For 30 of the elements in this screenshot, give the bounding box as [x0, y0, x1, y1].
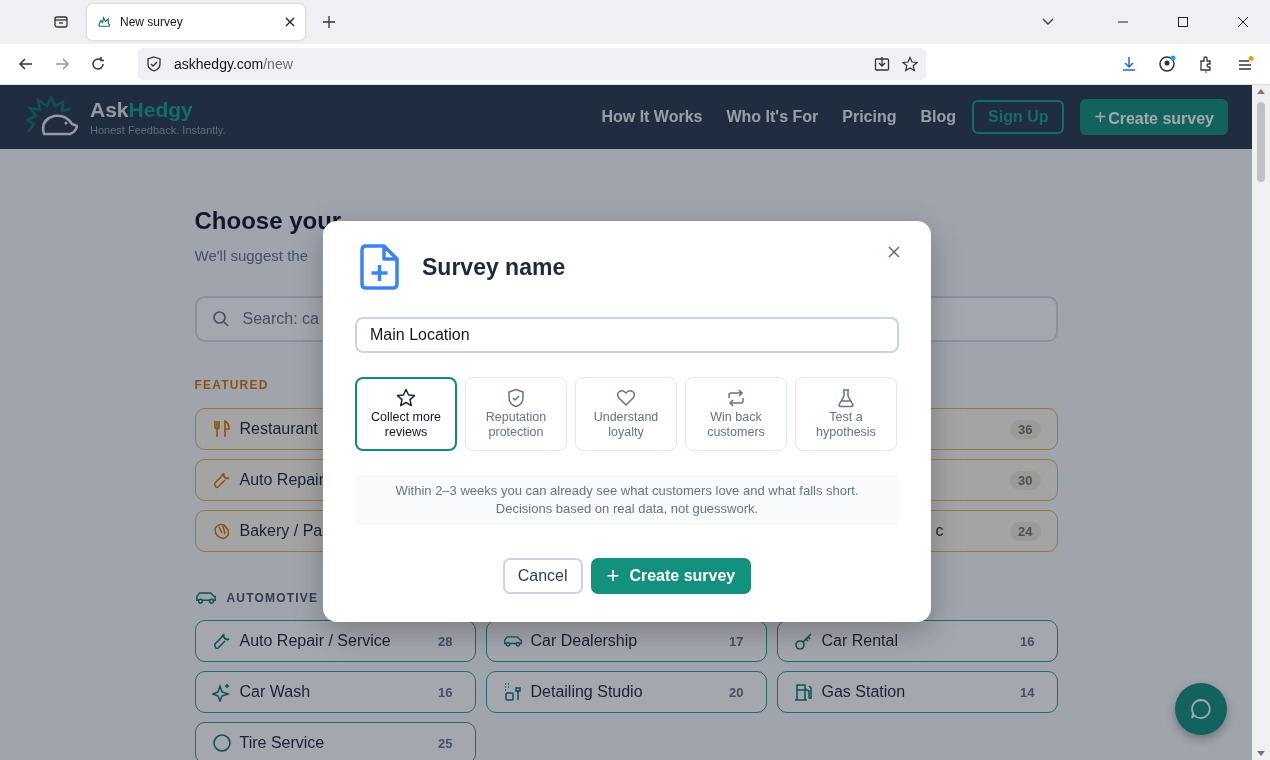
brand-tagline: Honest Feedback. Instantly.	[90, 123, 226, 136]
url-host: askhedgy.com	[174, 56, 264, 72]
tab-title: New survey	[120, 15, 184, 29]
section-label: FEATURED	[194, 378, 270, 392]
dialog-title: Survey name	[422, 253, 566, 281]
niche-name: Car Rental	[821, 632, 898, 650]
niche-count: 16	[438, 684, 453, 700]
niche-count: 30	[1010, 470, 1041, 490]
niche-name: c	[935, 522, 944, 540]
niche-name: Detailing Studio	[530, 683, 643, 701]
niche-count: 36	[1010, 419, 1041, 439]
url-path: /new	[263, 56, 293, 72]
niche-count: 25	[438, 735, 453, 751]
niche-count: 16	[1020, 633, 1035, 649]
niche-name: Restaurant	[239, 420, 318, 438]
section-label: AUTOMOTIVE	[226, 590, 319, 605]
niche-count: 28	[438, 633, 453, 649]
niche-count: 24	[1010, 521, 1041, 541]
niche-count: 17	[729, 633, 744, 649]
niche-name: Car Wash	[239, 683, 311, 701]
info-note: Within 2–3 weeks you can already see what customers love and what falls short. Decisions based on real data, not guesswork.	[355, 475, 899, 525]
niche-name: Tire Service	[239, 734, 325, 752]
page-subtitle: We'll suggest the	[194, 247, 308, 264]
niche-name: Gas Station	[821, 683, 906, 701]
niche-count: 20	[729, 684, 744, 700]
niche-name: Auto Repair	[239, 471, 324, 489]
niche-name: Bakery / Pa	[239, 522, 323, 540]
niche-name: Auto Repair / Service	[239, 632, 391, 650]
niche-count: 14	[1020, 684, 1035, 700]
niche-name: Car Dealership	[530, 632, 638, 650]
